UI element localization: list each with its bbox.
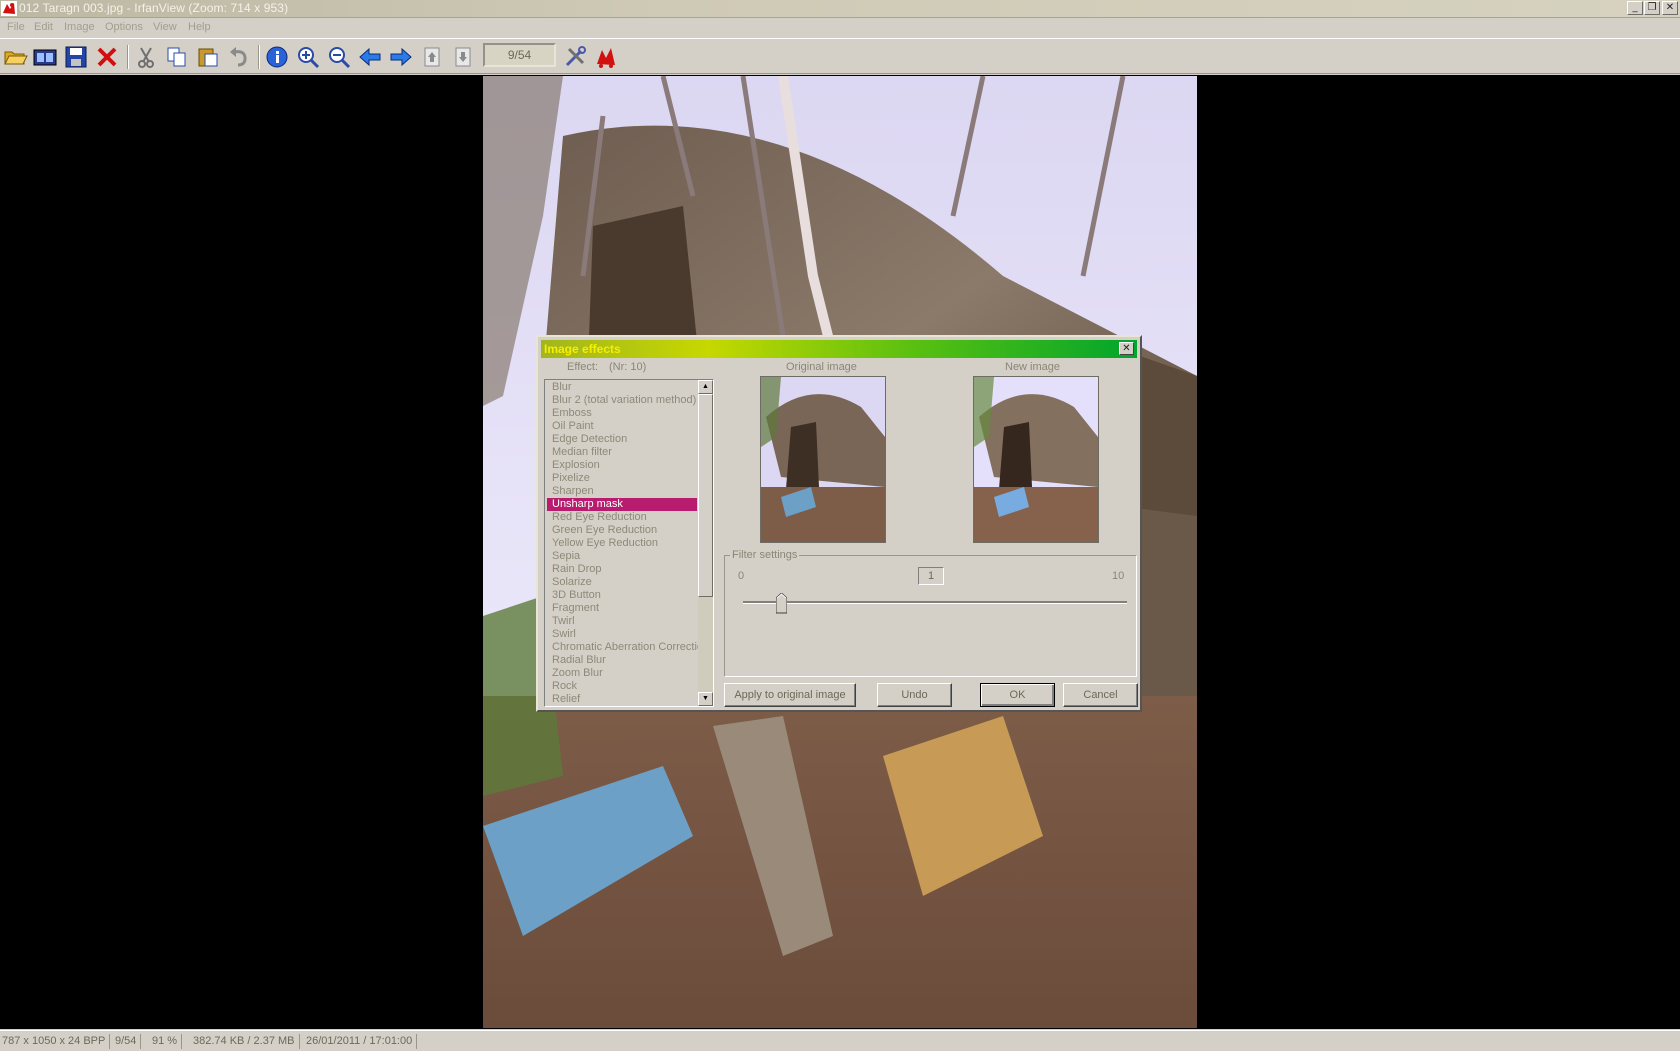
image-effects-dialog: Image effects ✕ Effect: (Nr: 10) Origina…	[536, 335, 1142, 712]
effect-list-item[interactable]: Rock	[547, 680, 697, 693]
filter-settings-label: Filter settings	[730, 549, 800, 561]
slider-value-field[interactable]: 1	[918, 567, 944, 585]
effect-list-item[interactable]: Fragment	[547, 602, 697, 615]
menu-options[interactable]: Options	[105, 21, 143, 33]
irfanview-logo-icon[interactable]	[593, 44, 619, 70]
menu-edit[interactable]: Edit	[34, 21, 53, 33]
zoom-out-icon[interactable]	[326, 44, 352, 70]
effect-list-item[interactable]: Median filter	[547, 446, 697, 459]
effect-list-item[interactable]: 3D Button	[547, 589, 697, 602]
original-image-label: Original image	[786, 361, 857, 373]
menu-file[interactable]: File	[7, 21, 25, 33]
info-icon[interactable]	[264, 44, 290, 70]
restore-button[interactable]: ❐	[1644, 1, 1660, 15]
effect-list-item[interactable]: Swirl	[547, 628, 697, 641]
status-date: 26/01/2011 / 17:01:00	[306, 1034, 418, 1049]
window-title: 012 Taragn 003.jpg - IrfanView (Zoom: 71…	[19, 1, 289, 15]
paste-icon[interactable]	[195, 44, 221, 70]
new-image-preview	[973, 376, 1099, 543]
first-page-icon[interactable]	[419, 44, 445, 70]
effect-list-scrollbar[interactable]: ▲ ▼	[698, 380, 713, 706]
effect-list-item[interactable]: Pixelize	[547, 472, 697, 485]
new-image-label: New image	[1005, 361, 1061, 373]
slider-min-label: 0	[738, 570, 745, 582]
copy-icon[interactable]	[164, 44, 190, 70]
title-bar: 012 Taragn 003.jpg - IrfanView (Zoom: 71…	[0, 0, 1680, 18]
effect-list-item[interactable]: Emboss	[547, 407, 697, 420]
delete-icon[interactable]	[94, 44, 120, 70]
slider-max-label: 10	[1112, 570, 1125, 582]
menu-image[interactable]: Image	[64, 21, 95, 33]
minimize-button[interactable]: _	[1627, 1, 1643, 15]
status-bar: 787 x 1050 x 24 BPP 9/54 91 % 382.74 KB …	[0, 1030, 1680, 1051]
effect-list-item[interactable]: Zoom Blur	[547, 667, 697, 680]
original-image-preview	[760, 376, 886, 543]
effect-list-item[interactable]: Yellow Eye Reduction	[547, 537, 697, 550]
previous-icon[interactable]	[357, 44, 383, 70]
effect-list-item[interactable]: Radial Blur	[547, 654, 697, 667]
cancel-button[interactable]: Cancel	[1063, 683, 1138, 707]
effect-list-item[interactable]: Chromatic Aberration Correction	[547, 641, 709, 654]
slideshow-icon[interactable]	[32, 44, 58, 70]
effect-list-item[interactable]: Green Eye Reduction	[547, 524, 697, 537]
apply-to-original-button[interactable]: Apply to original image	[724, 683, 856, 707]
undo-button[interactable]: Undo	[877, 683, 952, 707]
page-counter: 9/54	[483, 43, 556, 67]
effect-list-item[interactable]: Sepia	[547, 550, 697, 563]
effect-items: Blur Blur 2 (total variation method) Embos…	[547, 381, 709, 706]
effect-list-item[interactable]: Explosion	[547, 459, 697, 472]
filter-slider-thumb[interactable]	[775, 592, 788, 614]
scroll-up-arrow-icon[interactable]: ▲	[698, 380, 713, 394]
effect-label: Effect:	[567, 361, 598, 373]
effect-list[interactable]: Blur Blur 2 (total variation method) Embos…	[544, 379, 714, 707]
filter-slider-track[interactable]	[743, 601, 1127, 604]
save-icon[interactable]	[63, 44, 89, 70]
toolbar-separator	[127, 45, 129, 69]
dialog-close-button[interactable]: ✕	[1119, 342, 1134, 355]
settings-icon[interactable]	[562, 44, 588, 70]
menu-bar: File Edit Image Options View Help	[0, 18, 1680, 37]
status-dimensions: 787 x 1050 x 24 BPP	[2, 1034, 111, 1049]
effect-list-item[interactable]: Solarize	[547, 576, 697, 589]
effect-list-item[interactable]: Red Eye Reduction	[547, 511, 697, 524]
effect-list-item[interactable]: Oil Paint	[547, 420, 697, 433]
undo-icon[interactable]	[226, 44, 252, 70]
status-index: 9/54	[115, 1034, 142, 1049]
status-filesize: 382.74 KB / 2.37 MB	[193, 1034, 300, 1049]
scroll-down-arrow-icon[interactable]: ▼	[698, 692, 713, 706]
zoom-in-icon[interactable]	[295, 44, 321, 70]
effect-list-item[interactable]: Twirl	[547, 615, 697, 628]
last-page-icon[interactable]	[450, 44, 476, 70]
ok-button[interactable]: OK	[980, 683, 1055, 707]
next-icon[interactable]	[388, 44, 414, 70]
menu-help[interactable]: Help	[188, 21, 211, 33]
effect-list-item[interactable]: Relief	[547, 693, 697, 706]
toolbar-separator	[258, 45, 260, 69]
close-window-button[interactable]: ✕	[1662, 1, 1678, 15]
effect-list-item[interactable]: Blur	[547, 381, 697, 394]
cut-icon[interactable]	[133, 44, 159, 70]
effect-list-item[interactable]: Edge Detection	[547, 433, 697, 446]
menu-view[interactable]: View	[153, 21, 177, 33]
dialog-title-bar: Image effects ✕	[541, 340, 1137, 358]
effect-list-item[interactable]: Unsharp mask	[547, 498, 697, 511]
effect-list-item[interactable]: Sharpen	[547, 485, 697, 498]
irfanview-app-icon[interactable]	[1, 1, 17, 16]
open-folder-icon[interactable]	[2, 44, 28, 70]
status-zoom: 91 %	[152, 1034, 183, 1049]
dialog-title: Image effects	[544, 342, 621, 356]
effect-list-item[interactable]: Blur 2 (total variation method)	[547, 394, 697, 407]
toolbar: 9/54	[0, 38, 1680, 74]
scrollbar-thumb[interactable]	[698, 394, 713, 597]
effect-number: (Nr: 10)	[609, 361, 647, 373]
effect-list-item[interactable]: Rain Drop	[547, 563, 697, 576]
